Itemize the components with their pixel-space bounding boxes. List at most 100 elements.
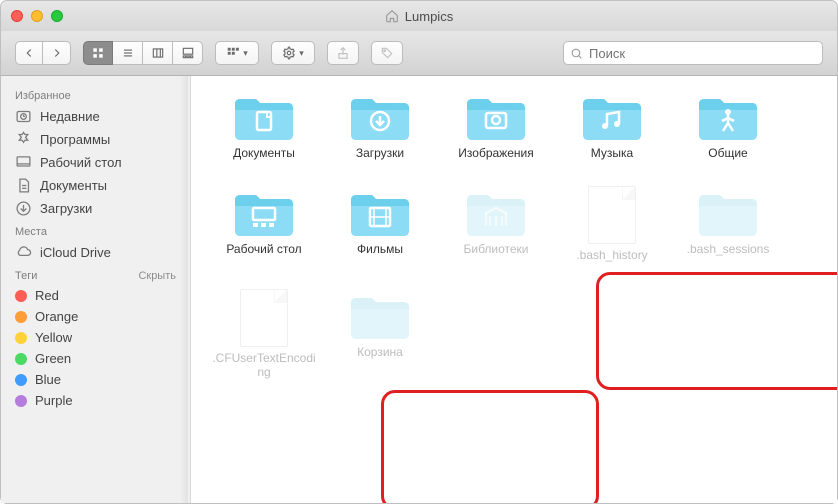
minimize-window-button[interactable] (31, 10, 43, 22)
sidebar-item-label: Программы (40, 132, 110, 147)
sidebar-scrollbar[interactable] (180, 76, 188, 503)
document-icon (15, 177, 32, 194)
file-item-label: Изображения (458, 146, 533, 160)
sidebar-tag-item[interactable]: Red (1, 285, 190, 306)
document-file-icon (588, 186, 636, 244)
close-window-button[interactable] (11, 10, 23, 22)
file-item-label: Фильмы (357, 242, 403, 256)
sidebar-tag-item[interactable]: Purple (1, 390, 190, 411)
search-field[interactable] (563, 41, 823, 65)
tag-color-dot (15, 374, 27, 386)
folder-icon (461, 186, 531, 238)
list-view-button[interactable] (113, 41, 143, 65)
folder-icon (693, 90, 763, 142)
sidebar-header-locations: Места (1, 220, 190, 241)
home-icon (385, 9, 399, 23)
file-item[interactable]: Документы (209, 90, 319, 160)
sidebar-item-desktop[interactable]: Рабочий стол (1, 151, 190, 174)
file-item[interactable]: Изображения (441, 90, 551, 160)
file-item[interactable]: Музыка (557, 90, 667, 160)
folder-icon (345, 186, 415, 238)
search-input[interactable] (589, 46, 816, 61)
clock-icon (15, 108, 32, 125)
traffic-lights (11, 10, 63, 22)
view-mode-segment (83, 41, 203, 65)
sidebar-header-tags: Теги Скрыть (1, 264, 190, 285)
sidebar: Избранное Недавние Программы Рабочий сто… (1, 76, 191, 503)
sidebar-item-applications[interactable]: Программы (1, 128, 190, 151)
forward-button[interactable] (43, 41, 71, 65)
sidebar-item-label: Недавние (40, 109, 100, 124)
desktop-icon (15, 154, 32, 171)
file-item[interactable]: Общие (673, 90, 783, 160)
sidebar-item-downloads[interactable]: Загрузки (1, 197, 190, 220)
finder-window: Lumpics ▾ ▾ Избранное (0, 0, 838, 504)
sidebar-item-label: Green (35, 351, 71, 366)
share-button[interactable] (327, 41, 359, 65)
tag-color-dot (15, 395, 27, 407)
file-item-label: .bash_sessions (687, 242, 770, 256)
file-item[interactable]: .bash_history (557, 186, 667, 262)
sidebar-item-label: iCloud Drive (40, 245, 111, 260)
column-view-button[interactable] (143, 41, 173, 65)
content-area: Документы Загрузки Изображения Музыка Общие Р… (191, 76, 837, 503)
nav-buttons (15, 41, 71, 65)
sidebar-tag-item[interactable]: Orange (1, 306, 190, 327)
tag-color-dot (15, 311, 27, 323)
toolbar: ▾ ▾ (1, 31, 837, 76)
file-item[interactable]: Библиотеки (441, 186, 551, 262)
search-icon (570, 47, 583, 60)
file-item-label: Рабочий стол (226, 242, 301, 256)
annotation-highlight-2 (381, 390, 599, 503)
folder-icon (345, 90, 415, 142)
sidebar-item-label: Purple (35, 393, 73, 408)
sidebar-item-label: Blue (35, 372, 61, 387)
gallery-view-button[interactable] (173, 41, 203, 65)
file-item[interactable]: Фильмы (325, 186, 435, 262)
file-item[interactable]: Загрузки (325, 90, 435, 160)
file-item-label: .CFUserTextEncoding (210, 351, 318, 380)
tag-color-dot (15, 353, 27, 365)
file-item[interactable]: Рабочий стол (209, 186, 319, 262)
sidebar-item-icloud[interactable]: iCloud Drive (1, 241, 190, 264)
icon-view-button[interactable] (83, 41, 113, 65)
sidebar-item-documents[interactable]: Документы (1, 174, 190, 197)
file-item-label: Загрузки (356, 146, 404, 160)
tags-button[interactable] (371, 41, 403, 65)
folder-icon (229, 90, 299, 142)
back-button[interactable] (15, 41, 43, 65)
sidebar-item-label: Orange (35, 309, 78, 324)
tag-color-dot (15, 332, 27, 344)
action-menu-button[interactable]: ▾ (271, 41, 315, 65)
sidebar-item-label: Документы (40, 178, 107, 193)
document-file-icon (240, 289, 288, 347)
folder-icon (461, 90, 531, 142)
folder-icon (229, 186, 299, 238)
cloud-icon (15, 244, 32, 261)
sidebar-item-recents[interactable]: Недавние (1, 105, 190, 128)
sidebar-tag-item[interactable]: Blue (1, 369, 190, 390)
file-item[interactable]: .bash_sessions (673, 186, 783, 262)
download-icon (15, 200, 32, 217)
sidebar-header-favorites: Избранное (1, 84, 190, 105)
file-item-label: Библиотеки (463, 242, 528, 256)
file-item-label: Общие (708, 146, 747, 160)
titlebar: Lumpics (1, 1, 837, 31)
arrange-menu-button[interactable]: ▾ (215, 41, 259, 65)
sidebar-item-label: Yellow (35, 330, 72, 345)
file-item-label: Музыка (591, 146, 633, 160)
sidebar-tag-item[interactable]: Yellow (1, 327, 190, 348)
folder-icon (693, 186, 763, 238)
file-item[interactable]: .CFUserTextEncoding (209, 289, 319, 380)
maximize-window-button[interactable] (51, 10, 63, 22)
apps-icon (15, 131, 32, 148)
sidebar-item-label: Рабочий стол (40, 155, 122, 170)
sidebar-tag-item[interactable]: Green (1, 348, 190, 369)
window-title: Lumpics (405, 9, 453, 24)
hide-tags-button[interactable]: Скрыть (138, 270, 176, 282)
file-item[interactable]: Корзина (325, 289, 435, 380)
folder-icon (345, 289, 415, 341)
file-item-label: Документы (233, 146, 295, 160)
file-item-label: .bash_history (576, 248, 647, 262)
file-item-label: Корзина (357, 345, 403, 359)
